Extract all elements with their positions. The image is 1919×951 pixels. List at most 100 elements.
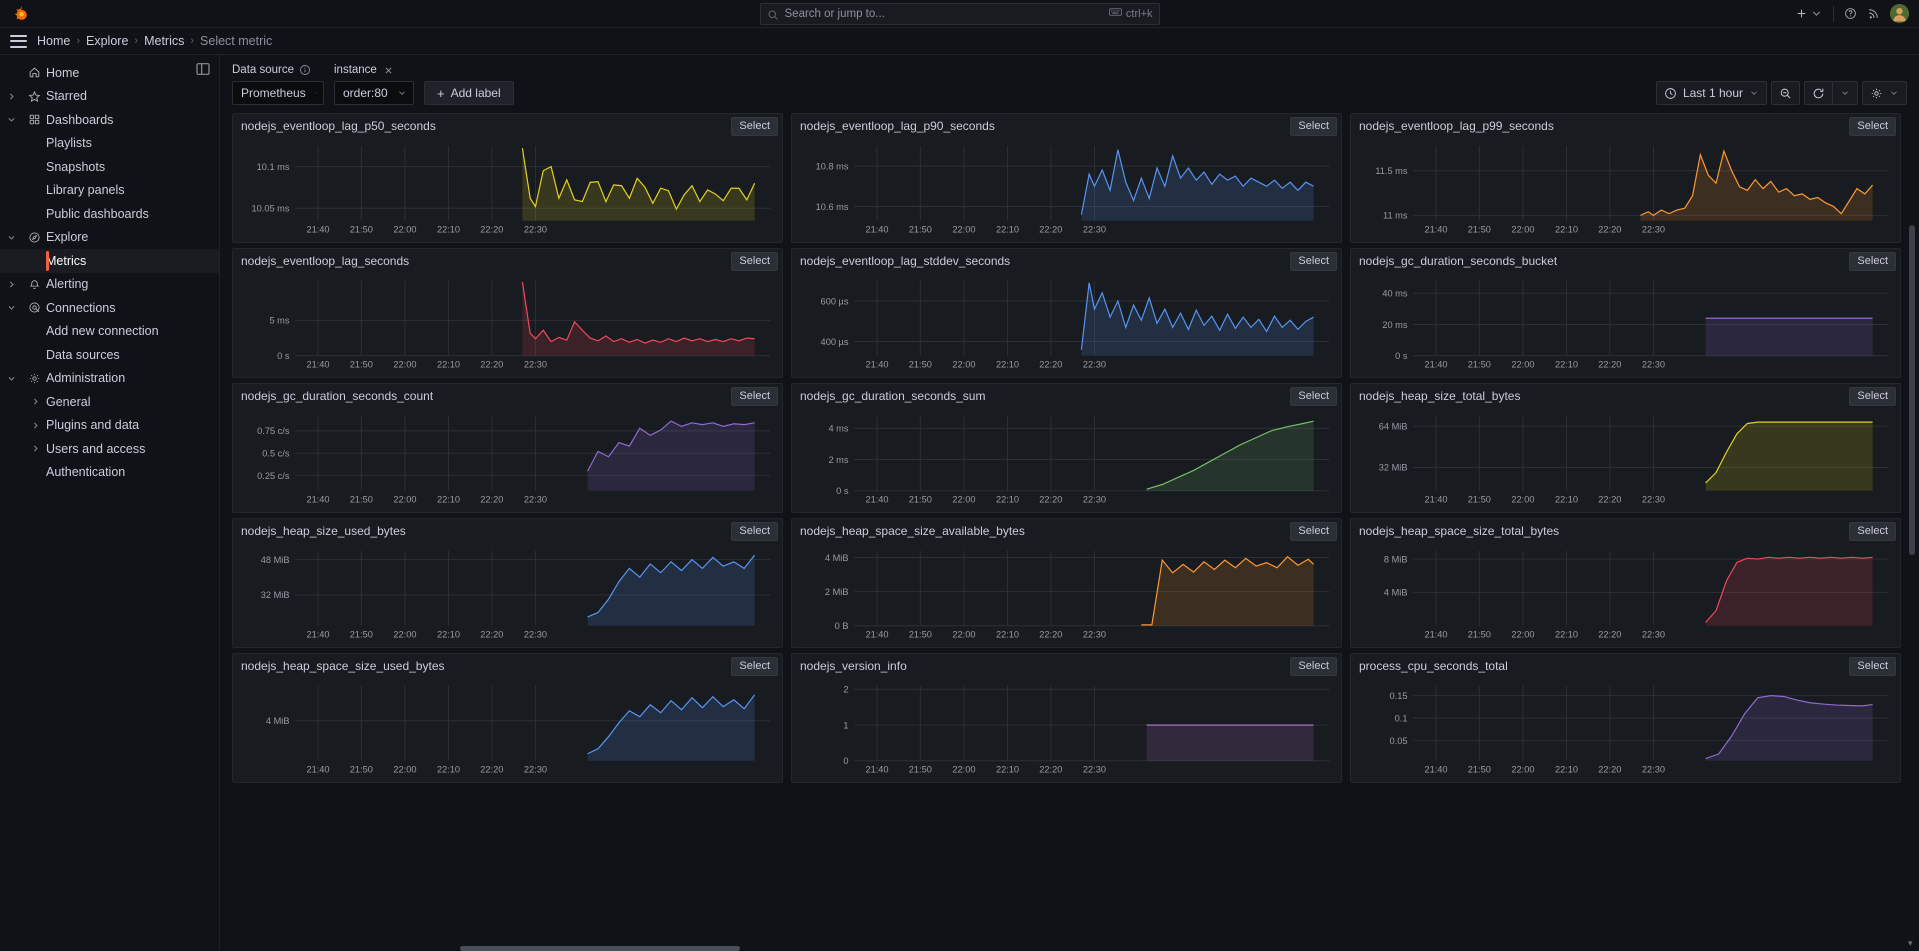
sidebar-item-authentication[interactable]: Authentication bbox=[0, 461, 219, 485]
chevron-right-icon[interactable] bbox=[24, 444, 46, 453]
select-metric-button[interactable]: Select bbox=[1290, 521, 1337, 541]
panel-chart[interactable]: 10.6 ms 10.8 ms 21:40 21:50 22:00 22:10 22:20 2… bbox=[794, 138, 1339, 240]
panel-title[interactable]: nodejs_eventloop_lag_seconds bbox=[241, 254, 409, 268]
panel-title[interactable]: nodejs_eventloop_lag_p90_seconds bbox=[800, 119, 995, 133]
help-button[interactable] bbox=[1844, 7, 1857, 20]
panel-chart[interactable]: 4 MiB 8 MiB 21:40 21:50 22:00 22:10 22:20 22:30 bbox=[1353, 543, 1898, 645]
metric-panel[interactable]: nodejs_eventloop_lag_seconds Select 0 s 5 m… bbox=[232, 248, 783, 378]
panel-title[interactable]: nodejs_heap_size_used_bytes bbox=[241, 524, 406, 538]
scroll-down-arrow-icon[interactable]: ▾ bbox=[1908, 938, 1913, 949]
select-metric-button[interactable]: Select bbox=[1290, 251, 1337, 271]
panel-title[interactable]: nodejs_heap_space_size_total_bytes bbox=[1359, 524, 1559, 538]
sidebar-item-metrics[interactable]: Metrics bbox=[0, 249, 219, 273]
metric-panel[interactable]: nodejs_heap_space_size_total_bytes Select… bbox=[1350, 518, 1901, 648]
select-metric-button[interactable]: Select bbox=[1849, 656, 1896, 676]
panel-chart[interactable]: 10.05 ms 10.1 ms 21:40 21:50 22:00 22:10 22:20… bbox=[235, 138, 780, 240]
sidebar-item-explore[interactable]: Explore bbox=[0, 226, 219, 250]
panel-title[interactable]: nodejs_version_info bbox=[800, 659, 907, 673]
panel-title[interactable]: nodejs_eventloop_lag_p99_seconds bbox=[1359, 119, 1554, 133]
breadcrumb-item-metrics[interactable]: Metrics bbox=[144, 34, 184, 48]
panel-chart[interactable]: 0.25 c/s 0.5 c/s 0.75 c/s 21:40 21:50 22:00 22… bbox=[235, 408, 780, 510]
add-label-button[interactable]: + Add label bbox=[424, 81, 514, 105]
time-range-picker[interactable]: Last 1 hour bbox=[1655, 81, 1767, 105]
panel-title[interactable]: nodejs_heap_size_total_bytes bbox=[1359, 389, 1520, 403]
sidebar-item-data-sources[interactable]: Data sources bbox=[0, 343, 219, 367]
panel-chart[interactable]: 11 ms 11.5 ms 21:40 21:50 22:00 22:10 22:20 22:… bbox=[1353, 138, 1898, 240]
vertical-scrollbar[interactable]: ▾ bbox=[1907, 55, 1917, 951]
panel-chart[interactable]: 32 MiB 64 MiB 21:40 21:50 22:00 22:10 22:20 22:… bbox=[1353, 408, 1898, 510]
news-button[interactable] bbox=[1867, 7, 1880, 20]
sidebar-item-general[interactable]: General bbox=[0, 390, 219, 414]
select-metric-button[interactable]: Select bbox=[731, 656, 778, 676]
panel-title[interactable]: nodejs_gc_duration_seconds_count bbox=[241, 389, 433, 403]
horizontal-scrollbar[interactable] bbox=[460, 946, 740, 951]
metric-panel[interactable]: nodejs_heap_size_used_bytes Select 32 MiB 4… bbox=[232, 518, 783, 648]
sidebar-item-public-dashboards[interactable]: Public dashboards bbox=[0, 202, 219, 226]
metric-panel[interactable]: nodejs_eventloop_lag_p99_seconds Select 11… bbox=[1350, 113, 1901, 243]
panel-title[interactable]: nodejs_eventloop_lag_p50_seconds bbox=[241, 119, 436, 133]
grafana-logo-icon[interactable] bbox=[12, 4, 32, 24]
sidebar-item-dashboards[interactable]: Dashboards bbox=[0, 108, 219, 132]
select-metric-button[interactable]: Select bbox=[1849, 521, 1896, 541]
select-metric-button[interactable]: Select bbox=[1290, 386, 1337, 406]
select-metric-button[interactable]: Select bbox=[731, 251, 778, 271]
settings-button[interactable] bbox=[1862, 81, 1907, 105]
metric-panel[interactable]: nodejs_eventloop_lag_p90_seconds Select 10… bbox=[791, 113, 1342, 243]
metric-panel[interactable]: nodejs_gc_duration_seconds_sum Select 0 s 2… bbox=[791, 383, 1342, 513]
refresh-interval-dropdown[interactable] bbox=[1832, 81, 1858, 105]
metric-panel[interactable]: nodejs_heap_size_total_bytes Select 32 MiB… bbox=[1350, 383, 1901, 513]
select-metric-button[interactable]: Select bbox=[731, 386, 778, 406]
instance-select[interactable]: order:80 bbox=[334, 81, 414, 105]
select-metric-button[interactable]: Select bbox=[731, 116, 778, 136]
chevron-down-icon[interactable] bbox=[0, 374, 22, 383]
select-metric-button[interactable]: Select bbox=[1290, 116, 1337, 136]
chevron-right-icon[interactable] bbox=[0, 92, 22, 101]
select-metric-button[interactable]: Select bbox=[731, 521, 778, 541]
sidebar-item-home[interactable]: Home bbox=[0, 61, 219, 85]
breadcrumb-item-explore[interactable]: Explore bbox=[86, 34, 128, 48]
avatar[interactable] bbox=[1890, 4, 1909, 23]
sidebar-item-administration[interactable]: Administration bbox=[0, 367, 219, 391]
select-metric-button[interactable]: Select bbox=[1849, 116, 1896, 136]
panel-title[interactable]: process_cpu_seconds_total bbox=[1359, 659, 1508, 673]
chevron-right-icon[interactable] bbox=[0, 280, 22, 289]
select-metric-button[interactable]: Select bbox=[1849, 251, 1896, 271]
panel-chart[interactable]: 0 s 20 ms 40 ms 21:40 21:50 22:00 22:10 22:20 22… bbox=[1353, 273, 1898, 375]
panel-chart[interactable]: 400 µs 600 µs 21:40 21:50 22:00 22:10 22:20 22:… bbox=[794, 273, 1339, 375]
panel-title[interactable]: nodejs_heap_space_size_used_bytes bbox=[241, 659, 445, 673]
info-circle-icon[interactable] bbox=[299, 64, 311, 76]
search-input[interactable]: Search or jump to... ctrl+k bbox=[759, 2, 1160, 25]
sidebar-item-add-new-connection[interactable]: Add new connection bbox=[0, 320, 219, 344]
panel-title[interactable]: nodejs_heap_space_size_available_bytes bbox=[800, 524, 1025, 538]
sidebar-item-plugins-and-data[interactable]: Plugins and data bbox=[0, 414, 219, 438]
panel-title[interactable]: nodejs_gc_duration_seconds_bucket bbox=[1359, 254, 1557, 268]
sidebar-item-snapshots[interactable]: Snapshots bbox=[0, 155, 219, 179]
panel-title[interactable]: nodejs_eventloop_lag_stddev_seconds bbox=[800, 254, 1010, 268]
sidebar-item-playlists[interactable]: Playlists bbox=[0, 132, 219, 156]
zoom-out-button[interactable] bbox=[1771, 81, 1800, 105]
panel-title[interactable]: nodejs_gc_duration_seconds_sum bbox=[800, 389, 985, 403]
scrollbar-thumb[interactable] bbox=[1909, 225, 1915, 555]
sidebar-item-alerting[interactable]: Alerting bbox=[0, 273, 219, 297]
sidebar-item-users-and-access[interactable]: Users and access bbox=[0, 437, 219, 461]
sidebar-item-library-panels[interactable]: Library panels bbox=[0, 179, 219, 203]
panel-chart[interactable]: 0 B 2 MiB 4 MiB 21:40 21:50 22:00 22:10 22:20 22… bbox=[794, 543, 1339, 645]
panel-chart[interactable]: 4 MiB 21:40 21:50 22:00 22:10 22:20 22:30 bbox=[235, 678, 780, 780]
metric-panel[interactable]: nodejs_gc_duration_seconds_count Select 0.… bbox=[232, 383, 783, 513]
chevron-down-icon[interactable] bbox=[0, 303, 22, 312]
metric-panel[interactable]: nodejs_eventloop_lag_stddev_seconds Selec… bbox=[791, 248, 1342, 378]
breadcrumb-item-home[interactable]: Home bbox=[37, 34, 70, 48]
metric-panel[interactable]: nodejs_version_info Select 0 1 2 21:40 21:50 22… bbox=[791, 653, 1342, 783]
select-metric-button[interactable]: Select bbox=[1290, 656, 1337, 676]
metric-panel[interactable]: nodejs_heap_space_size_used_bytes Select 4… bbox=[232, 653, 783, 783]
hamburger-menu-icon[interactable] bbox=[10, 34, 27, 48]
metric-panel[interactable]: process_cpu_seconds_total Select 0.05 0.1 0.… bbox=[1350, 653, 1901, 783]
panel-chart[interactable]: 0.05 0.1 0.15 21:40 21:50 22:00 22:10 22:20 22:3… bbox=[1353, 678, 1898, 780]
panel-chart[interactable]: 0 s 2 ms 4 ms 21:40 21:50 22:00 22:10 22:20 22:3… bbox=[794, 408, 1339, 510]
chevron-down-icon[interactable] bbox=[0, 115, 22, 124]
chevron-down-icon[interactable] bbox=[0, 233, 22, 242]
metric-panel[interactable]: nodejs_gc_duration_seconds_bucket Select 0… bbox=[1350, 248, 1901, 378]
select-metric-button[interactable]: Select bbox=[1849, 386, 1896, 406]
sidebar-item-starred[interactable]: Starred bbox=[0, 85, 219, 109]
panel-chart[interactable]: 0 1 2 21:40 21:50 22:00 22:10 22:20 22:30 bbox=[794, 678, 1339, 780]
